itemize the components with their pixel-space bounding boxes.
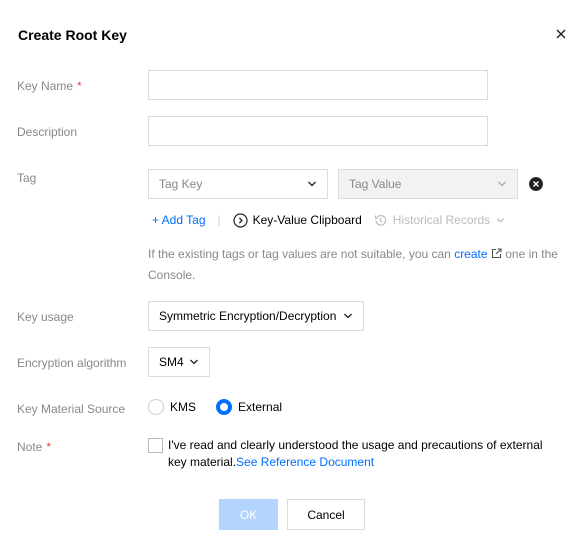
- note-text: I've read and clearly understood the usa…: [168, 438, 543, 469]
- external-link-icon[interactable]: [491, 248, 502, 259]
- history-icon: [374, 214, 386, 226]
- key-usage-select[interactable]: Symmetric Encryption/Decryption: [148, 301, 364, 331]
- reference-document-link[interactable]: See Reference Document: [236, 455, 374, 469]
- separator: |: [217, 213, 221, 227]
- close-icon[interactable]: [554, 27, 568, 41]
- chevron-down-icon: [190, 359, 198, 365]
- radio-external[interactable]: External: [216, 399, 282, 415]
- tag-key-select[interactable]: Tag Key: [148, 169, 328, 199]
- material-source-radios: KMS External: [148, 399, 302, 415]
- clipboard-label: Key-Value Clipboard: [252, 213, 362, 227]
- radio-label: External: [238, 400, 283, 414]
- historical-records-button[interactable]: Historical Records: [373, 213, 505, 228]
- cancel-button[interactable]: Cancel: [287, 499, 365, 530]
- key-name-label: Key Name *: [17, 79, 82, 93]
- add-tag-link[interactable]: + Add Tag: [152, 213, 206, 227]
- dialog-title: Create Root Key: [18, 27, 127, 43]
- description-label: Description: [17, 125, 78, 139]
- algorithm-value: SM4: [159, 355, 184, 369]
- required-mark: *: [77, 79, 82, 93]
- remove-tag-icon[interactable]: [529, 177, 543, 191]
- key-usage-label: Key usage: [17, 310, 74, 324]
- tag-value-placeholder: Tag Value: [349, 177, 402, 191]
- ok-button[interactable]: OK: [219, 499, 278, 530]
- tag-key-placeholder: Tag Key: [159, 177, 203, 191]
- radio-button[interactable]: [148, 399, 164, 415]
- note-label: Note *: [17, 440, 52, 454]
- history-label: Historical Records: [392, 213, 491, 227]
- tag-hint: If the existing tags or tag values are n…: [148, 247, 558, 282]
- create-link[interactable]: create: [454, 247, 487, 261]
- key-value-clipboard-button[interactable]: Key-Value Clipboard: [233, 212, 362, 228]
- chevron-down-icon: [344, 313, 352, 319]
- algorithm-label: Encryption algorithm: [17, 356, 127, 370]
- acknowledge-checkbox[interactable]: [148, 438, 163, 453]
- algorithm-select[interactable]: SM4: [148, 347, 210, 377]
- radio-button-selected[interactable]: [216, 399, 233, 415]
- chevron-down-icon: [497, 217, 505, 223]
- chevron-down-icon: [308, 181, 316, 187]
- radio-kms[interactable]: KMS: [148, 399, 196, 415]
- required-mark: *: [46, 440, 52, 454]
- tag-actions: + Add Tag | Key-Value Clipboard Historic…: [152, 212, 505, 228]
- material-source-label: Key Material Source: [17, 402, 126, 416]
- description-input[interactable]: [148, 116, 488, 146]
- key-name-input[interactable]: [148, 70, 488, 100]
- tag-value-select[interactable]: Tag Value: [338, 169, 518, 199]
- chevron-circle-icon: [233, 212, 248, 228]
- radio-label: KMS: [170, 400, 197, 414]
- tag-label: Tag: [17, 171, 37, 185]
- key-usage-value: Symmetric Encryption/Decryption: [159, 309, 337, 323]
- chevron-down-icon: [498, 181, 506, 187]
